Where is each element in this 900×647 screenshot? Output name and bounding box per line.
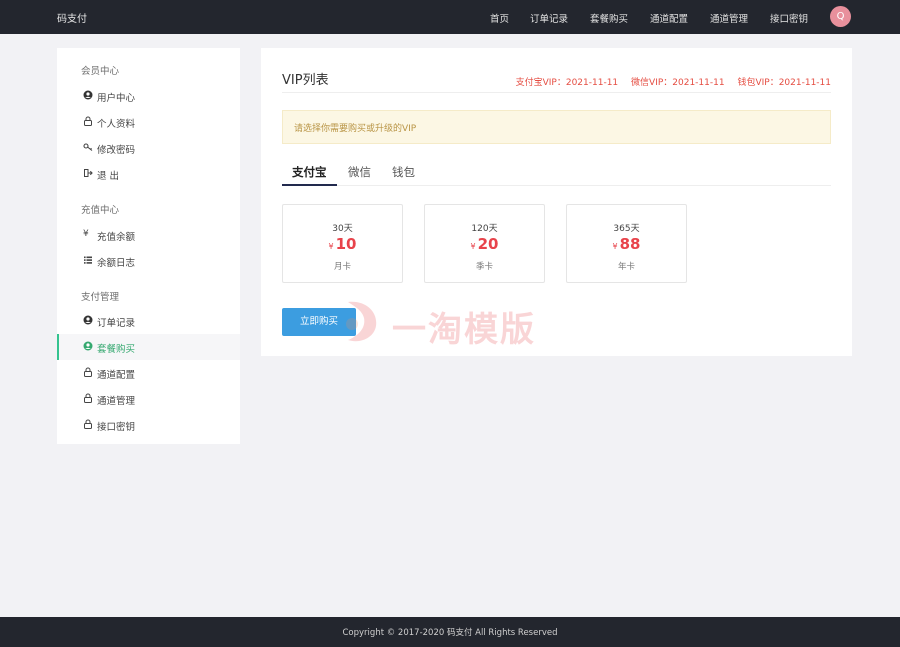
sidebar-item-profile[interactable]: 个人资料 xyxy=(57,109,240,135)
sidebar-section-title: 充值中心 xyxy=(81,205,120,216)
sidebar-item-recharge[interactable]: ¥ 充值余额 xyxy=(57,222,240,248)
sidebar-item-label: 用户中心 xyxy=(97,93,136,104)
sidebar-item-package-buy[interactable]: 套餐购买 xyxy=(57,334,240,360)
sidebar-item-logout[interactable]: 退 出 xyxy=(57,161,240,187)
plan-card-monthly[interactable]: 30天 ¥10 月卡 xyxy=(282,204,403,283)
vip-list-card: VIP列表 支付宝VIP：2021-11-11 微信VIP：2021-11-11… xyxy=(261,48,852,356)
user-circle-icon xyxy=(83,341,93,351)
plan-name: 月卡 xyxy=(333,262,351,272)
plan-price: ¥20 xyxy=(425,235,544,253)
plan-price-value: 20 xyxy=(477,235,499,253)
lock-icon xyxy=(84,116,92,126)
footer: Copyright © 2017-2020 码支付 All Rights Res… xyxy=(0,617,900,647)
sidebar-item-label: 接口密钥 xyxy=(97,422,136,433)
nav-api-key[interactable]: 接口密钥 xyxy=(770,11,808,25)
currency-symbol: ¥ xyxy=(612,242,618,251)
plan-card-quarterly[interactable]: 120天 ¥20 季卡 xyxy=(424,204,545,283)
sidebar-item-api-key[interactable]: 接口密钥 xyxy=(57,412,240,438)
plan-price: ¥88 xyxy=(567,235,686,253)
plan-name: 季卡 xyxy=(475,262,493,272)
sidebar: 会员中心 用户中心 个人资料 修改密码 退 出 充值中心 ¥ 充值余额 余额日志… xyxy=(57,48,240,444)
tab-wallet[interactable]: 钱包 xyxy=(392,164,415,180)
sidebar-item-change-password[interactable]: 修改密码 xyxy=(57,135,240,161)
user-avatar[interactable]: Q xyxy=(830,6,851,27)
vip-status-bar: 支付宝VIP：2021-11-11 微信VIP：2021-11-11 钱包VIP… xyxy=(506,75,831,88)
nav-channel-manage[interactable]: 通道管理 xyxy=(710,11,748,25)
plan-price-value: 88 xyxy=(619,235,641,253)
lock-icon xyxy=(84,393,92,403)
sidebar-section-title: 支付管理 xyxy=(81,292,120,303)
sidebar-item-balance-log[interactable]: 余额日志 xyxy=(57,248,240,274)
alipay-vip-status: 支付宝VIP：2021-11-11 xyxy=(515,78,619,88)
plan-name: 年卡 xyxy=(617,262,635,272)
buy-now-button[interactable]: 立即购买 xyxy=(282,308,356,336)
tab-alipay[interactable]: 支付宝 xyxy=(292,164,327,180)
plan-card-yearly[interactable]: 365天 ¥88 年卡 xyxy=(566,204,687,283)
sidebar-item-label: 充值余额 xyxy=(97,232,136,243)
sidebar-item-label: 套餐购买 xyxy=(97,344,136,355)
sidebar-item-user-center[interactable]: 用户中心 xyxy=(57,83,240,109)
sidebar-item-channel-manage[interactable]: 通道管理 xyxy=(57,386,240,412)
logout-icon xyxy=(84,169,93,177)
sidebar-item-label: 修改密码 xyxy=(97,145,136,156)
yen-icon: ¥ xyxy=(83,229,89,239)
sidebar-item-label: 通道管理 xyxy=(97,396,136,407)
nav-package-buy[interactable]: 套餐购买 xyxy=(590,11,628,25)
sidebar-item-label: 通道配置 xyxy=(97,370,136,381)
top-navbar: 码支付 首页 订单记录 套餐购买 通道配置 通道管理 接口密钥 Q xyxy=(0,0,900,34)
tab-wechat[interactable]: 微信 xyxy=(348,164,371,180)
wechat-vip-status: 微信VIP：2021-11-11 xyxy=(631,78,725,88)
nav-home[interactable]: 首页 xyxy=(490,11,509,25)
sidebar-item-channel-config[interactable]: 通道配置 xyxy=(57,360,240,386)
sidebar-item-label: 退 出 xyxy=(97,171,120,182)
lock-icon xyxy=(84,367,92,377)
plan-days: 30天 xyxy=(332,224,353,234)
user-circle-icon xyxy=(83,315,93,325)
page-title: VIP列表 xyxy=(282,73,329,88)
sidebar-section-title: 会员中心 xyxy=(81,66,120,77)
plan-days: 120天 xyxy=(471,224,498,234)
active-tab-indicator xyxy=(282,184,337,186)
plan-days: 365天 xyxy=(613,224,640,234)
key-icon xyxy=(83,143,93,151)
nav-channel-config[interactable]: 通道配置 xyxy=(650,11,688,25)
plan-price: ¥10 xyxy=(283,235,402,253)
brand-logo[interactable]: 码支付 xyxy=(57,10,87,25)
list-icon xyxy=(84,256,92,264)
currency-symbol: ¥ xyxy=(470,242,476,251)
plan-price-value: 10 xyxy=(335,235,357,253)
currency-symbol: ¥ xyxy=(328,242,334,251)
sidebar-item-label: 个人资料 xyxy=(97,119,136,130)
payment-tabs: 支付宝 微信 钱包 xyxy=(282,156,831,186)
sidebar-item-label: 订单记录 xyxy=(97,318,136,329)
lock-icon xyxy=(84,419,92,429)
nav-orders[interactable]: 订单记录 xyxy=(530,11,568,25)
sidebar-item-label: 余额日志 xyxy=(97,258,136,269)
sidebar-item-orders[interactable]: 订单记录 xyxy=(57,308,240,334)
wallet-vip-status: 钱包VIP：2021-11-11 xyxy=(737,78,831,88)
info-alert: 请选择你需要购买或升级的VIP xyxy=(282,110,831,144)
user-circle-icon xyxy=(83,90,93,100)
divider xyxy=(282,92,831,93)
